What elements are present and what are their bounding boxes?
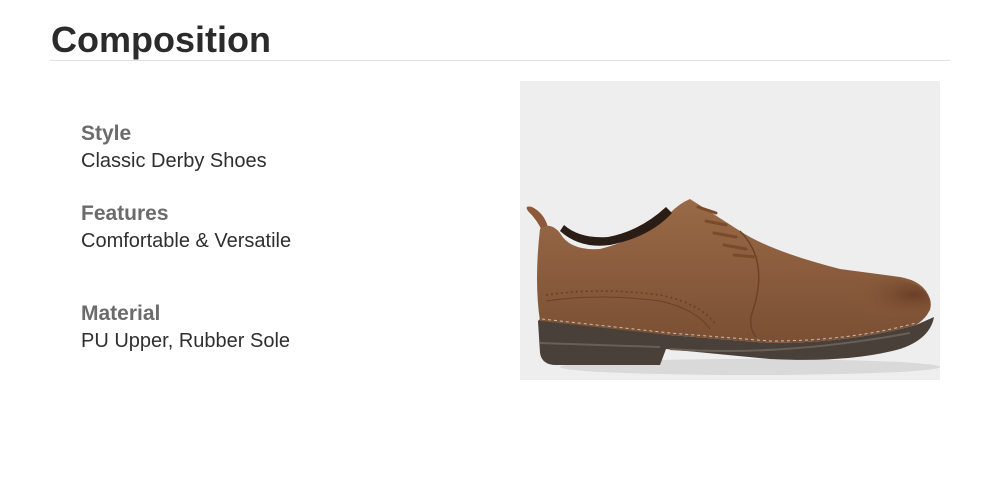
section-title: Composition xyxy=(51,19,271,60)
composition-section: Composition Style Classic Derby Shoes Fe… xyxy=(0,0,1000,480)
derby-shoe-illustration xyxy=(520,81,940,380)
spec-style: Style Classic Derby Shoes xyxy=(81,121,461,175)
spec-label: Material xyxy=(81,302,161,325)
title-divider xyxy=(50,60,950,61)
spec-value: Classic Derby Shoes xyxy=(81,150,267,172)
product-image xyxy=(520,81,940,380)
spec-label: Style xyxy=(81,122,132,145)
spec-value: PU Upper, Rubber Sole xyxy=(81,330,291,352)
spec-material: Material PU Upper, Rubber Sole xyxy=(81,301,461,355)
spec-label: Features xyxy=(81,202,169,225)
spec-features: Features Comfortable & Versatile xyxy=(81,201,461,255)
spec-value: Comfortable & Versatile xyxy=(81,230,292,252)
